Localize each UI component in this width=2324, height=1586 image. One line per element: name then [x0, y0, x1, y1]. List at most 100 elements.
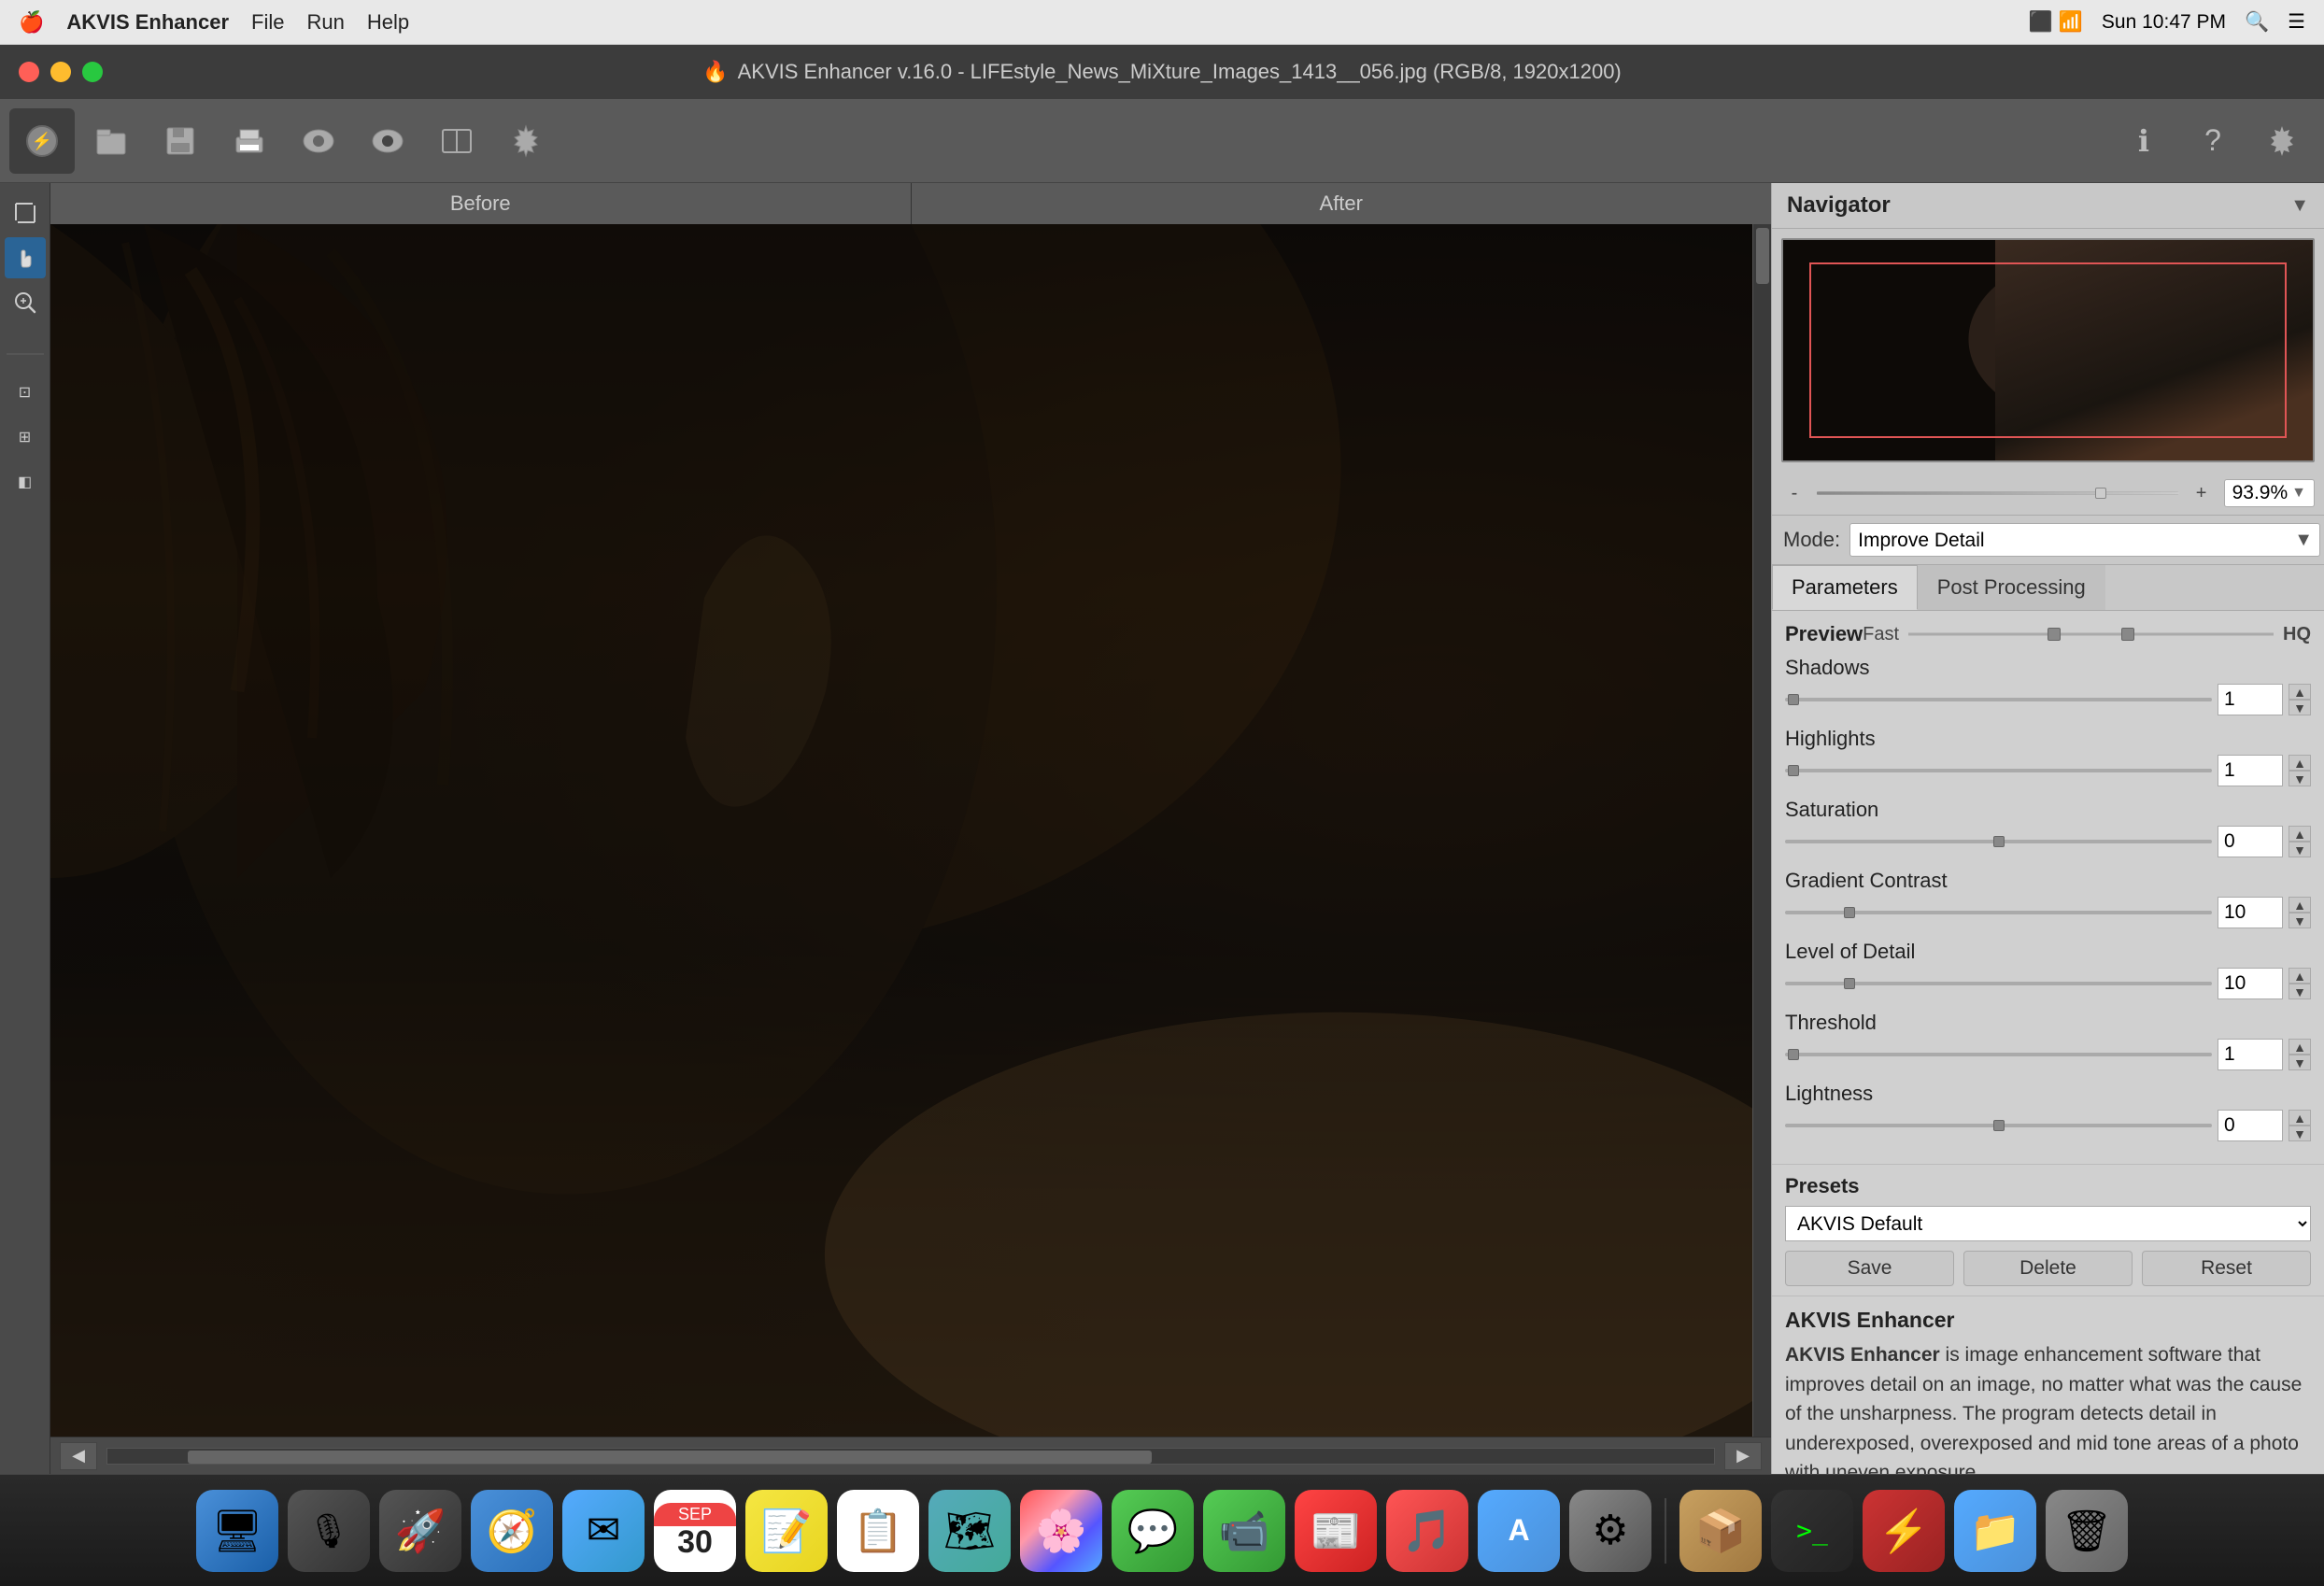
help-menu[interactable]: Help	[367, 10, 409, 35]
gradient-contrast-slider[interactable]	[1785, 911, 2212, 914]
maximize-button[interactable]	[82, 62, 103, 82]
dock-stack[interactable]: 📦	[1679, 1490, 1762, 1572]
threshold-slider[interactable]	[1785, 1053, 2212, 1056]
lightness-down[interactable]: ▼	[2289, 1126, 2311, 1141]
highlights-up[interactable]: ▲	[2289, 755, 2311, 771]
save-btn[interactable]	[148, 108, 213, 174]
level-of-detail-slider[interactable]	[1785, 982, 2212, 985]
extras-btn[interactable]: ◧	[5, 461, 46, 503]
h-scroll-thumb[interactable]	[188, 1451, 1152, 1464]
fit-all-btn[interactable]: ⊞	[5, 417, 46, 458]
highlights-spinner[interactable]: ▲ ▼	[2289, 755, 2311, 786]
apple-menu[interactable]: 🍎	[19, 10, 44, 35]
canvas-main[interactable]	[50, 224, 1771, 1437]
zoom-in-btn[interactable]: +	[2189, 480, 2215, 506]
settings-btn[interactable]	[493, 108, 559, 174]
dock-messages[interactable]: 💬	[1112, 1490, 1194, 1572]
scroll-right-btn[interactable]: ▶	[1724, 1442, 1762, 1470]
vertical-scrollbar[interactable]	[1752, 224, 1771, 1437]
threshold-spinner[interactable]: ▲ ▼	[2289, 1039, 2311, 1070]
dock-folder[interactable]: 📁	[1954, 1490, 2036, 1572]
save-preset-btn[interactable]: Save	[1785, 1251, 1954, 1286]
close-button[interactable]	[19, 62, 39, 82]
dock-facetime[interactable]: 📹	[1203, 1490, 1285, 1572]
lightness-spinner[interactable]: ▲ ▼	[2289, 1110, 2311, 1141]
gradient-contrast-up[interactable]: ▲	[2289, 897, 2311, 913]
navigator-collapse-btn[interactable]: ▼	[2290, 195, 2309, 217]
lightness-up[interactable]: ▲	[2289, 1110, 2311, 1126]
shadows-thumb[interactable]	[1788, 694, 1799, 705]
dock-finder[interactable]: 🖥	[196, 1490, 278, 1572]
before-view-btn[interactable]	[286, 108, 351, 174]
tab-parameters[interactable]: Parameters	[1772, 565, 1918, 610]
dock-safari[interactable]: 🧭	[471, 1490, 553, 1572]
zoom-dropdown-arrow[interactable]: ▼	[2291, 485, 2306, 502]
shadows-slider[interactable]	[1785, 698, 2212, 701]
dock-sysprefs[interactable]: ⚙	[1569, 1490, 1651, 1572]
v-scroll-thumb[interactable]	[1756, 228, 1769, 284]
before-tab[interactable]: Before	[50, 183, 912, 224]
minimize-button[interactable]	[50, 62, 71, 82]
level-of-detail-spinner[interactable]: ▲ ▼	[2289, 968, 2311, 999]
zoom-slider-thumb[interactable]	[2095, 488, 2106, 499]
dock-calendar[interactable]: SEP 30	[654, 1490, 736, 1572]
shadows-down[interactable]: ▼	[2289, 700, 2311, 715]
prefs-btn-toolbar[interactable]	[2249, 108, 2315, 174]
h-scrollbar[interactable]	[106, 1448, 1715, 1465]
after-view-btn[interactable]	[355, 108, 420, 174]
dock-mail[interactable]: ✉	[562, 1490, 645, 1572]
dock-trash[interactable]: 🗑	[2046, 1490, 2128, 1572]
level-of-detail-down[interactable]: ▼	[2289, 984, 2311, 999]
scroll-left-btn[interactable]: ◀	[60, 1442, 97, 1470]
highlights-slider[interactable]	[1785, 769, 2212, 772]
saturation-slider[interactable]	[1785, 840, 2212, 843]
saturation-down[interactable]: ▼	[2289, 842, 2311, 857]
dock-music[interactable]: 🎵	[1386, 1490, 1468, 1572]
delete-preset-btn[interactable]: Delete	[1963, 1251, 2133, 1286]
app-name-menu[interactable]: AKVIS Enhancer	[66, 10, 229, 35]
threshold-thumb[interactable]	[1788, 1049, 1799, 1060]
highlights-thumb[interactable]	[1788, 765, 1799, 776]
open-btn[interactable]	[78, 108, 144, 174]
lightness-slider[interactable]	[1785, 1124, 2212, 1127]
threshold-up[interactable]: ▲	[2289, 1039, 2311, 1055]
gradient-contrast-down[interactable]: ▼	[2289, 913, 2311, 928]
dock-terminal[interactable]: >_	[1771, 1490, 1853, 1572]
gradient-contrast-thumb[interactable]	[1844, 907, 1855, 918]
highlights-down[interactable]: ▼	[2289, 771, 2311, 786]
dock-photos[interactable]: 🌸	[1020, 1490, 1102, 1572]
help-btn-toolbar[interactable]: ?	[2180, 108, 2246, 174]
compare-btn[interactable]	[424, 108, 489, 174]
preview-thumb2[interactable]	[2121, 628, 2134, 641]
run-menu[interactable]: Run	[306, 10, 344, 35]
crop-tool-btn[interactable]	[5, 192, 46, 234]
zoom-value-box[interactable]: 93.9% ▼	[2224, 479, 2315, 507]
info-btn-toolbar[interactable]: ℹ	[2111, 108, 2176, 174]
lightness-thumb[interactable]	[1993, 1120, 2005, 1131]
preview-thumb1[interactable]	[2048, 628, 2061, 641]
reset-preset-btn[interactable]: Reset	[2142, 1251, 2311, 1286]
level-of-detail-up[interactable]: ▲	[2289, 968, 2311, 984]
zoom-slider[interactable]	[1817, 491, 2179, 495]
zoom-tool-btn[interactable]	[5, 282, 46, 323]
preview-quality-slider[interactable]	[1908, 625, 2274, 644]
dock-notes[interactable]: 📝	[745, 1490, 828, 1572]
hand-tool-btn[interactable]	[5, 237, 46, 278]
level-of-detail-thumb[interactable]	[1844, 978, 1855, 989]
dock-appstore[interactable]: A	[1478, 1490, 1560, 1572]
dock-launchpad[interactable]: 🚀	[379, 1490, 461, 1572]
saturation-thumb[interactable]	[1993, 836, 2005, 847]
dock-news[interactable]: 📰	[1295, 1490, 1377, 1572]
shadows-up[interactable]: ▲	[2289, 684, 2311, 700]
nav-viewport-box[interactable]	[1809, 262, 2286, 439]
presets-select[interactable]: AKVIS Default	[1785, 1206, 2311, 1241]
saturation-up[interactable]: ▲	[2289, 826, 2311, 842]
file-menu[interactable]: File	[251, 10, 284, 35]
gradient-contrast-spinner[interactable]: ▲ ▼	[2289, 897, 2311, 928]
dock-reminders[interactable]: 📋	[837, 1490, 919, 1572]
dock-akvis[interactable]: ⚡	[1863, 1490, 1945, 1572]
fit-tool-btn[interactable]: ⊡	[5, 372, 46, 413]
enhance-tool-btn[interactable]: ⚡	[9, 108, 75, 174]
print-btn[interactable]	[217, 108, 282, 174]
dock-siri[interactable]: 🎙	[288, 1490, 370, 1572]
